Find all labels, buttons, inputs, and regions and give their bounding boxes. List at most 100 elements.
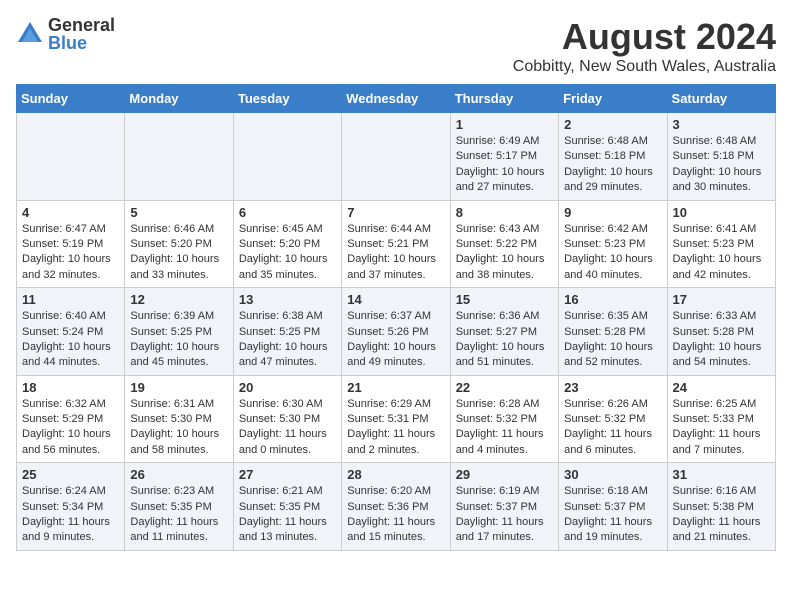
cell-content: Sunrise: 6:35 AM Sunset: 5:28 PM Dayligh… <box>564 309 661 371</box>
calendar-cell: 7 Sunrise: 6:44 AM Sunset: 5:21 PM Daylig… <box>342 200 450 288</box>
calendar-cell: 13 Sunrise: 6:38 AM Sunset: 5:25 PM Dayli… <box>233 288 341 376</box>
cell-content: Sunrise: 6:33 AM Sunset: 5:28 PM Dayligh… <box>673 309 770 371</box>
day-number: 6 <box>239 205 336 220</box>
header-row: SundayMondayTuesdayWednesdayThursdayFrid… <box>17 85 776 113</box>
day-number: 24 <box>673 380 770 395</box>
cell-content: Sunrise: 6:39 AM Sunset: 5:25 PM Dayligh… <box>130 309 227 371</box>
page-header: General Blue August 2024 Cobbitty, New S… <box>16 16 776 76</box>
day-number: 29 <box>456 467 553 482</box>
cell-content: Sunrise: 6:46 AM Sunset: 5:20 PM Dayligh… <box>130 222 227 284</box>
calendar-cell: 20Sunrise: 6:30 AM Sunset: 5:30 PM Dayli… <box>233 375 341 463</box>
logo-icon <box>16 20 44 48</box>
calendar-table: SundayMondayTuesdayWednesdayThursdayFrid… <box>16 84 776 551</box>
cell-content: Sunrise: 6:32 AM Sunset: 5:29 PM Dayligh… <box>22 397 119 459</box>
calendar-cell: 9 Sunrise: 6:42 AM Sunset: 5:23 PM Daylig… <box>559 200 667 288</box>
cell-content: Sunrise: 6:16 AM Sunset: 5:38 PM Dayligh… <box>673 484 770 546</box>
week-row-3: 11Sunrise: 6:40 AM Sunset: 5:24 PM Dayli… <box>17 288 776 376</box>
calendar-cell: 4Sunrise: 6:47 AM Sunset: 5:19 PM Daylig… <box>17 200 125 288</box>
cell-content: Sunrise: 6:26 AM Sunset: 5:32 PM Dayligh… <box>564 397 661 459</box>
calendar-cell: 19 Sunrise: 6:31 AM Sunset: 5:30 PM Dayli… <box>125 375 233 463</box>
cell-content: Sunrise: 6:21 AM Sunset: 5:35 PM Dayligh… <box>239 484 336 546</box>
calendar-cell: 22Sunrise: 6:28 AM Sunset: 5:32 PM Dayli… <box>450 375 558 463</box>
logo: General Blue <box>16 16 115 52</box>
cell-content: Sunrise: 6:40 AM Sunset: 5:24 PM Dayligh… <box>22 309 119 371</box>
calendar-cell: 18 Sunrise: 6:32 AM Sunset: 5:29 PM Dayli… <box>17 375 125 463</box>
cell-content: Sunrise: 6:31 AM Sunset: 5:30 PM Dayligh… <box>130 397 227 459</box>
calendar-cell: 1Sunrise: 6:49 AM Sunset: 5:17 PM Daylig… <box>450 113 558 201</box>
day-number: 5 <box>130 205 227 220</box>
calendar-cell: 17 Sunrise: 6:33 AM Sunset: 5:28 PM Dayli… <box>667 288 775 376</box>
day-number: 31 <box>673 467 770 482</box>
day-number: 20 <box>239 380 336 395</box>
calendar-cell: 8Sunrise: 6:43 AM Sunset: 5:22 PM Daylig… <box>450 200 558 288</box>
day-number: 14 <box>347 292 444 307</box>
week-row-1: 1Sunrise: 6:49 AM Sunset: 5:17 PM Daylig… <box>17 113 776 201</box>
cell-content: Sunrise: 6:45 AM Sunset: 5:20 PM Dayligh… <box>239 222 336 284</box>
calendar-cell: 6 Sunrise: 6:45 AM Sunset: 5:20 PM Daylig… <box>233 200 341 288</box>
cell-content: Sunrise: 6:19 AM Sunset: 5:37 PM Dayligh… <box>456 484 553 546</box>
day-number: 28 <box>347 467 444 482</box>
week-row-5: 25 Sunrise: 6:24 AM Sunset: 5:34 PM Dayli… <box>17 463 776 551</box>
header-cell-saturday: Saturday <box>667 85 775 113</box>
day-number: 8 <box>456 205 553 220</box>
calendar-cell: 21 Sunrise: 6:29 AM Sunset: 5:31 PM Dayli… <box>342 375 450 463</box>
day-number: 3 <box>673 117 770 132</box>
day-number: 2 <box>564 117 661 132</box>
header-cell-tuesday: Tuesday <box>233 85 341 113</box>
calendar-header: SundayMondayTuesdayWednesdayThursdayFrid… <box>17 85 776 113</box>
day-number: 9 <box>564 205 661 220</box>
cell-content: Sunrise: 6:49 AM Sunset: 5:17 PM Dayligh… <box>456 134 553 196</box>
day-number: 19 <box>130 380 227 395</box>
main-title: August 2024 <box>513 16 776 58</box>
cell-content: Sunrise: 6:28 AM Sunset: 5:32 PM Dayligh… <box>456 397 553 459</box>
logo-general: General <box>48 16 115 34</box>
day-number: 13 <box>239 292 336 307</box>
calendar-cell: 11Sunrise: 6:40 AM Sunset: 5:24 PM Dayli… <box>17 288 125 376</box>
day-number: 18 <box>22 380 119 395</box>
calendar-cell <box>17 113 125 201</box>
cell-content: Sunrise: 6:37 AM Sunset: 5:26 PM Dayligh… <box>347 309 444 371</box>
day-number: 7 <box>347 205 444 220</box>
week-row-2: 4Sunrise: 6:47 AM Sunset: 5:19 PM Daylig… <box>17 200 776 288</box>
calendar-cell <box>125 113 233 201</box>
day-number: 23 <box>564 380 661 395</box>
day-number: 21 <box>347 380 444 395</box>
day-number: 27 <box>239 467 336 482</box>
calendar-cell: 23 Sunrise: 6:26 AM Sunset: 5:32 PM Dayli… <box>559 375 667 463</box>
day-number: 10 <box>673 205 770 220</box>
cell-content: Sunrise: 6:47 AM Sunset: 5:19 PM Dayligh… <box>22 222 119 284</box>
cell-content: Sunrise: 6:24 AM Sunset: 5:34 PM Dayligh… <box>22 484 119 546</box>
header-cell-sunday: Sunday <box>17 85 125 113</box>
calendar-cell: 28 Sunrise: 6:20 AM Sunset: 5:36 PM Dayli… <box>342 463 450 551</box>
day-number: 30 <box>564 467 661 482</box>
calendar-cell <box>342 113 450 201</box>
calendar-cell: 30Sunrise: 6:18 AM Sunset: 5:37 PM Dayli… <box>559 463 667 551</box>
calendar-cell: 14 Sunrise: 6:37 AM Sunset: 5:26 PM Dayli… <box>342 288 450 376</box>
day-number: 17 <box>673 292 770 307</box>
cell-content: Sunrise: 6:23 AM Sunset: 5:35 PM Dayligh… <box>130 484 227 546</box>
calendar-cell: 26 Sunrise: 6:23 AM Sunset: 5:35 PM Dayli… <box>125 463 233 551</box>
cell-content: Sunrise: 6:44 AM Sunset: 5:21 PM Dayligh… <box>347 222 444 284</box>
calendar-cell: 31 Sunrise: 6:16 AM Sunset: 5:38 PM Dayli… <box>667 463 775 551</box>
day-number: 12 <box>130 292 227 307</box>
day-number: 25 <box>22 467 119 482</box>
calendar-cell: 24 Sunrise: 6:25 AM Sunset: 5:33 PM Dayli… <box>667 375 775 463</box>
logo-blue: Blue <box>48 34 115 52</box>
header-cell-friday: Friday <box>559 85 667 113</box>
calendar-cell: 15Sunrise: 6:36 AM Sunset: 5:27 PM Dayli… <box>450 288 558 376</box>
calendar-body: 1Sunrise: 6:49 AM Sunset: 5:17 PM Daylig… <box>17 113 776 551</box>
calendar-cell: 29 Sunrise: 6:19 AM Sunset: 5:37 PM Dayli… <box>450 463 558 551</box>
day-number: 26 <box>130 467 227 482</box>
calendar-cell: 3Sunrise: 6:48 AM Sunset: 5:18 PM Daylig… <box>667 113 775 201</box>
cell-content: Sunrise: 6:25 AM Sunset: 5:33 PM Dayligh… <box>673 397 770 459</box>
cell-content: Sunrise: 6:20 AM Sunset: 5:36 PM Dayligh… <box>347 484 444 546</box>
day-number: 15 <box>456 292 553 307</box>
cell-content: Sunrise: 6:42 AM Sunset: 5:23 PM Dayligh… <box>564 222 661 284</box>
subtitle: Cobbitty, New South Wales, Australia <box>513 58 776 76</box>
cell-content: Sunrise: 6:38 AM Sunset: 5:25 PM Dayligh… <box>239 309 336 371</box>
header-cell-thursday: Thursday <box>450 85 558 113</box>
cell-content: Sunrise: 6:29 AM Sunset: 5:31 PM Dayligh… <box>347 397 444 459</box>
calendar-cell: 2Sunrise: 6:48 AM Sunset: 5:18 PM Daylig… <box>559 113 667 201</box>
logo-text: General Blue <box>48 16 115 52</box>
cell-content: Sunrise: 6:41 AM Sunset: 5:23 PM Dayligh… <box>673 222 770 284</box>
